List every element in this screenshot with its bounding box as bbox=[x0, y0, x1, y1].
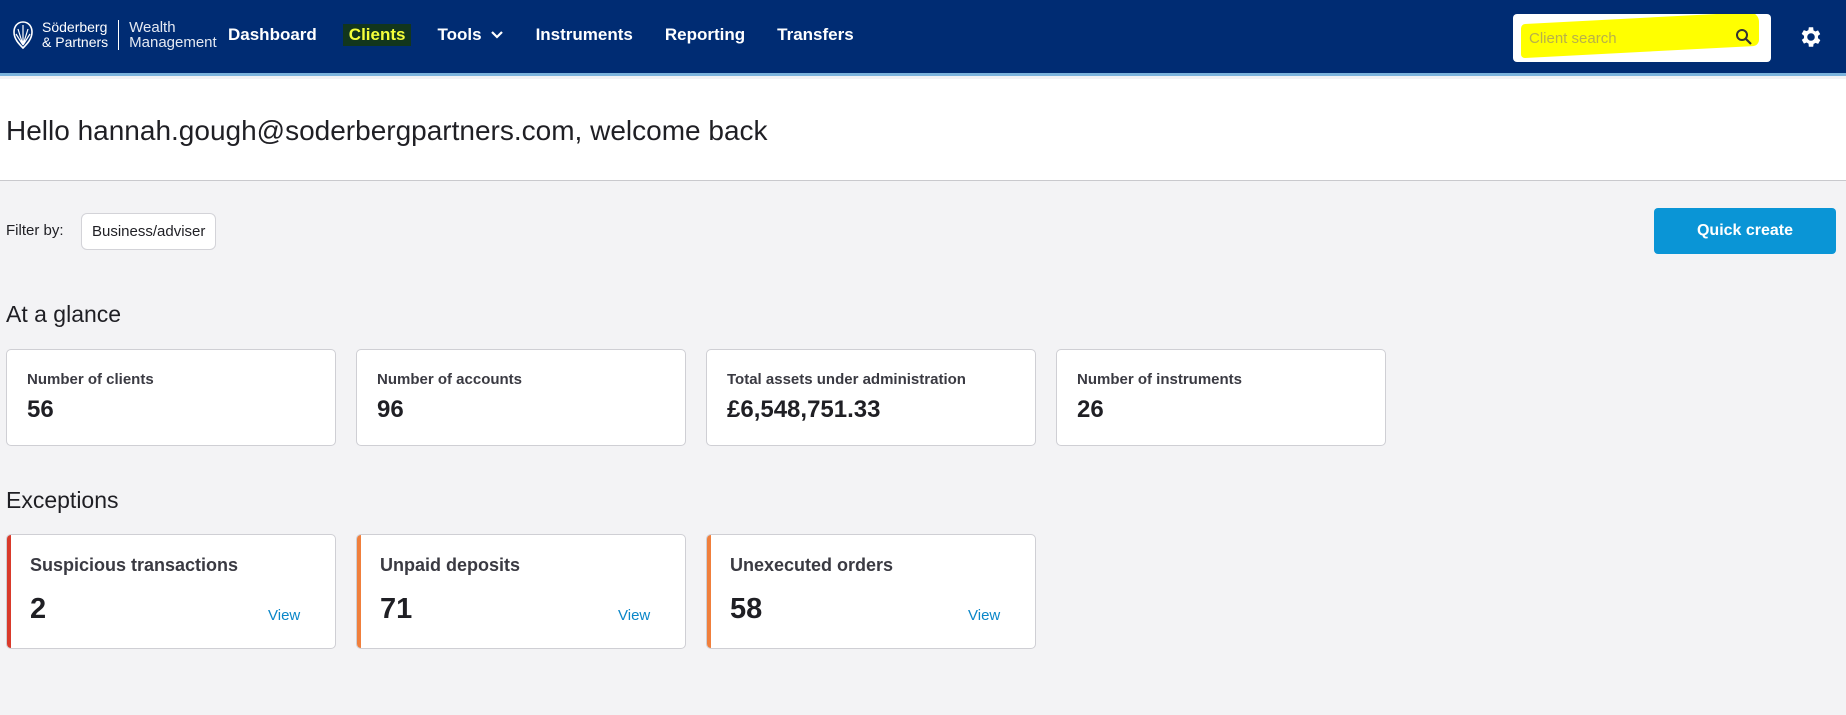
exception-card-label: Unpaid deposits bbox=[380, 555, 521, 575]
nav-item-label: Instruments bbox=[535, 25, 633, 44]
nav-item-reporting[interactable]: Reporting bbox=[665, 25, 745, 45]
exception-card-label: Unexecuted orders bbox=[730, 555, 894, 575]
client-search-input[interactable] bbox=[1529, 25, 1729, 51]
nav-item-clients[interactable]: Clients bbox=[342, 24, 412, 46]
brand-subtitle: Wealth Management bbox=[119, 20, 217, 50]
view-link[interactable]: View bbox=[268, 607, 300, 624]
exception-card-value: 58 bbox=[730, 593, 763, 625]
at-a-glance-heading: At a glance bbox=[6, 301, 122, 327]
nav-item-transfers[interactable]: Transfers bbox=[777, 25, 854, 45]
shell-crest-icon bbox=[13, 21, 33, 50]
brand-name: Söderberg & Partners bbox=[42, 19, 120, 50]
welcome-message: Hello hannah.gough@soderbergpartners.com… bbox=[6, 115, 768, 146]
view-link[interactable]: View bbox=[618, 607, 650, 624]
brand-subtitle-line1: Wealth bbox=[129, 19, 176, 36]
nav-item-label: Tools bbox=[437, 25, 482, 44]
brand-logo[interactable]: Söderberg & Partners Wealth Management bbox=[12, 20, 217, 50]
chevron-down-icon bbox=[490, 31, 503, 39]
view-link[interactable]: View bbox=[968, 607, 1000, 624]
stat-card-label: Number of instruments bbox=[1077, 371, 1243, 388]
brand-subtitle-line2: Management bbox=[129, 34, 217, 51]
nav-item-instruments[interactable]: Instruments bbox=[536, 25, 633, 45]
stat-card-label: Number of accounts bbox=[377, 371, 523, 388]
search-icon[interactable] bbox=[1735, 28, 1753, 46]
exception-card-label: Suspicious transactions bbox=[30, 555, 239, 575]
brand-name-line1: Söderberg bbox=[42, 19, 108, 35]
stat-card-assets: Total assets under administration £6,548… bbox=[706, 349, 1036, 446]
client-search-box bbox=[1513, 14, 1771, 62]
nav-item-dashboard[interactable]: Dashboard bbox=[228, 25, 317, 45]
business-adviser-filter-button[interactable]: Business/adviser bbox=[81, 213, 217, 250]
top-navigation-bar: Söderberg & Partners Wealth Management D… bbox=[0, 0, 1846, 76]
stat-card-label: Total assets under administration bbox=[727, 371, 966, 388]
exception-card-value: 2 bbox=[30, 593, 47, 625]
quick-create-button[interactable]: Quick create bbox=[1654, 208, 1836, 254]
main-nav: Dashboard Clients Tools Instruments Repo… bbox=[228, 24, 886, 46]
stat-card-accounts: Number of accounts 96 bbox=[356, 349, 686, 446]
nav-item-label: Dashboard bbox=[228, 25, 317, 44]
brand-name-line2: & Partners bbox=[42, 34, 109, 50]
exception-card-value: 71 bbox=[380, 593, 413, 625]
stat-card-value: 56 bbox=[27, 396, 54, 423]
exception-card-suspicious-transactions: Suspicious transactions 2 View bbox=[6, 534, 336, 649]
filter-label: Filter by: bbox=[6, 222, 64, 239]
welcome-banner: Hello hannah.gough@soderbergpartners.com… bbox=[0, 79, 1846, 181]
nav-item-label: Reporting bbox=[664, 25, 746, 44]
nav-item-label: Clients bbox=[348, 25, 406, 44]
stat-card-value: £6,548,751.33 bbox=[727, 396, 881, 423]
stat-card-instruments: Number of instruments 26 bbox=[1056, 349, 1386, 446]
exceptions-heading: Exceptions bbox=[6, 487, 119, 513]
stat-card-clients: Number of clients 56 bbox=[6, 349, 336, 446]
exception-card-unexecuted-orders: Unexecuted orders 58 View bbox=[706, 534, 1036, 649]
stat-card-label: Number of clients bbox=[27, 371, 154, 388]
gear-icon[interactable] bbox=[1798, 24, 1824, 50]
nav-item-label: Transfers bbox=[777, 25, 854, 44]
exception-card-unpaid-deposits: Unpaid deposits 71 View bbox=[356, 534, 686, 649]
nav-item-tools[interactable]: Tools bbox=[437, 25, 503, 45]
stat-card-value: 96 bbox=[377, 396, 404, 423]
stat-card-value: 26 bbox=[1077, 396, 1104, 423]
